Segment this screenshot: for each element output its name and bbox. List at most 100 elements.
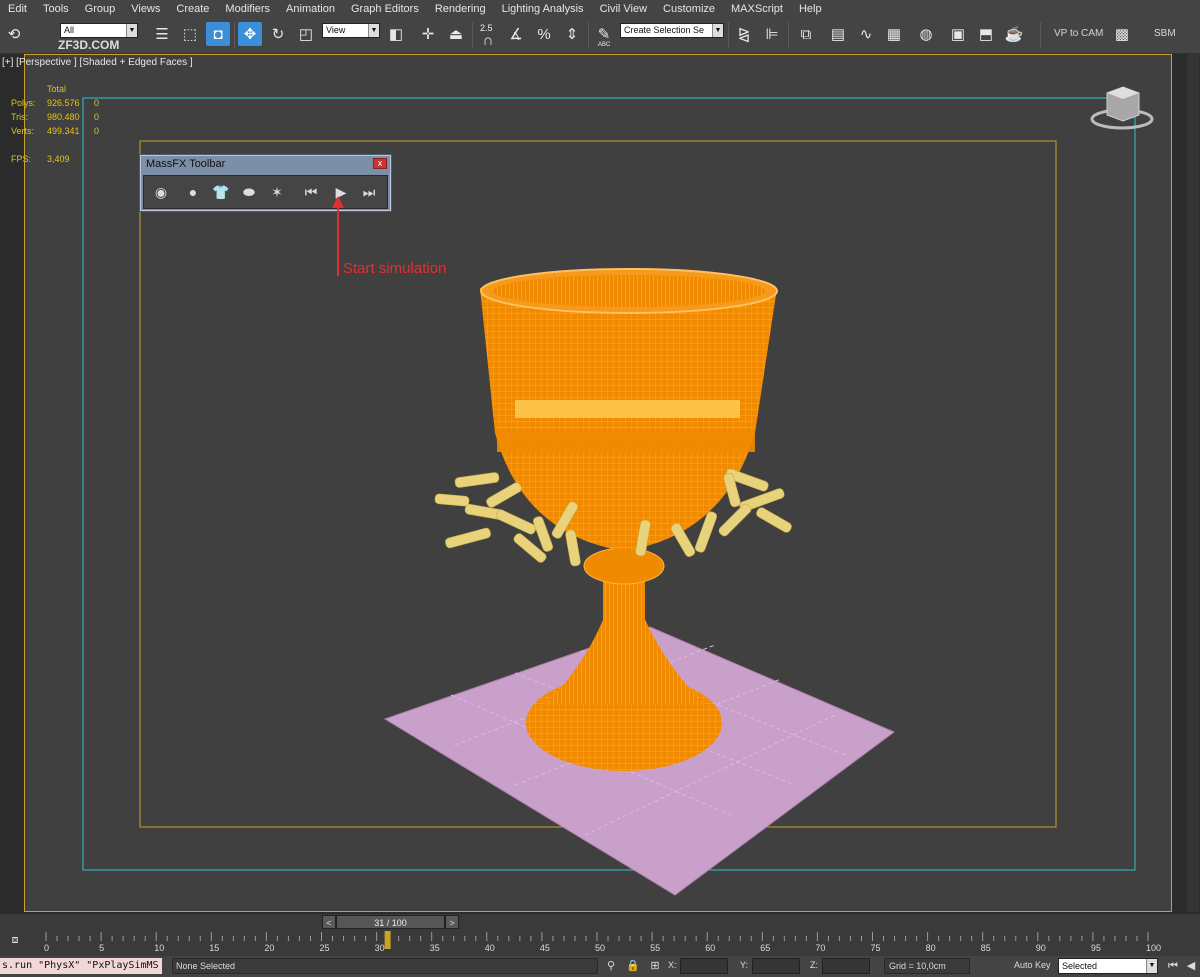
toolbar-divider	[234, 22, 235, 48]
spinner-snap-icon[interactable]: ⇕	[560, 22, 584, 46]
chevron-down-icon: ▼	[368, 24, 379, 37]
render-setup-icon[interactable]: ▣	[946, 22, 970, 46]
window-crossing-icon[interactable]: ◘	[206, 22, 230, 46]
auto-key-button[interactable]: Auto Key	[1014, 960, 1051, 970]
annotation-start-simulation: Start simulation	[343, 260, 447, 277]
keyboard-shortcut-icon[interactable]: ⏏	[444, 22, 468, 46]
verts-value: 499.341	[47, 126, 80, 136]
z-coordinate-field[interactable]	[822, 958, 870, 974]
particle-fill-in-cup	[515, 400, 740, 418]
layer-manager-icon[interactable]: ⧉	[794, 22, 818, 46]
reference-coord-dropdown[interactable]: View ▼	[322, 23, 380, 38]
main-toolbar: ⟲ ZF3D.COM All ▼ ☰ ⬚ ◘ ✥ ↻ ◰ View ▼ ◧ ✛ …	[0, 18, 1200, 54]
world-parameters-icon[interactable]: ◉	[150, 181, 172, 203]
track-tick-label: 75	[870, 943, 881, 953]
menu-create[interactable]: Create	[168, 0, 217, 18]
time-next-button[interactable]: >	[445, 915, 459, 929]
scale-icon[interactable]: ◰	[294, 22, 318, 46]
reference-coord-value: View	[326, 25, 346, 35]
massfx-toolbar-window[interactable]: MassFX Toolbar x ◉ ● 👕 ⬬ ✶ ⏮ ▶ ⏭	[139, 154, 392, 212]
track-tick-label: 70	[815, 943, 826, 953]
status-prompt: None Selected	[172, 958, 598, 974]
vp-to-cam-button[interactable]: VP to CAM	[1054, 28, 1103, 39]
grid-size: Grid = 10,0cm	[884, 958, 970, 974]
pivot-icon[interactable]: ◧	[384, 22, 408, 46]
mcloth-icon[interactable]: 👕	[210, 181, 232, 203]
current-frame-marker[interactable]	[384, 931, 391, 949]
previous-frame-icon[interactable]: ◀	[1184, 959, 1198, 973]
material-editor-icon[interactable]: ◍	[914, 22, 938, 46]
time-slider-indicator[interactable]: 31 / 100	[336, 915, 445, 929]
reset-simulation-icon[interactable]: ⏮	[300, 181, 322, 203]
menu-edit[interactable]: Edit	[0, 0, 35, 18]
select-by-name-icon[interactable]: ☰	[150, 22, 174, 46]
percent-snap-icon[interactable]: %	[532, 22, 556, 46]
track-tick-label: 15	[209, 943, 220, 953]
x-label: X:	[668, 960, 677, 970]
absolute-mode-icon[interactable]: ⊞	[648, 959, 662, 973]
close-icon[interactable]: x	[373, 158, 387, 169]
menu-views[interactable]: Views	[123, 0, 168, 18]
menu-lighting-analysis[interactable]: Lighting Analysis	[494, 0, 592, 18]
chevron-down-icon: ▼	[712, 24, 723, 37]
menu-customize[interactable]: Customize	[655, 0, 723, 18]
manipulate-icon[interactable]: ✛	[416, 22, 440, 46]
schematic-view-icon[interactable]: ▦	[882, 22, 906, 46]
rect-selection-icon[interactable]: ⬚	[178, 22, 202, 46]
isolate-icon[interactable]: ⚲	[604, 959, 618, 973]
snaps-toggle-icon[interactable]: ∩	[476, 28, 500, 52]
fps-value: 3,409	[47, 154, 70, 164]
sbm-button[interactable]: SBM	[1154, 28, 1176, 39]
verts-selected: 0	[94, 126, 100, 136]
x-coordinate-field[interactable]	[680, 958, 728, 974]
scene-explorer-icon[interactable]: ▤	[826, 22, 850, 46]
fps-label: FPS:	[11, 154, 32, 164]
toolbar-divider	[472, 22, 473, 48]
menu-graph-editors[interactable]: Graph Editors	[343, 0, 427, 18]
menu-help[interactable]: Help	[791, 0, 830, 18]
verts-label: Verts:	[11, 126, 35, 136]
key-filter-value: Selected	[1062, 961, 1098, 971]
menu-animation[interactable]: Animation	[278, 0, 343, 18]
rotate-icon[interactable]: ↻	[266, 22, 290, 46]
key-filter-dropdown[interactable]: Selected ▼	[1058, 958, 1158, 974]
time-prev-button[interactable]: <	[322, 915, 336, 929]
mini-curve-editor-icon[interactable]: ⧈	[8, 934, 22, 948]
menu-civil-view[interactable]: Civil View	[592, 0, 655, 18]
mirror-icon[interactable]: ⧎	[732, 22, 756, 46]
named-selection-dropdown[interactable]: Create Selection Se ▼	[620, 23, 724, 38]
move-icon[interactable]: ✥	[238, 22, 262, 46]
script-icon[interactable]: ▩	[1110, 22, 1134, 46]
rendered-frame-icon[interactable]: ⬒	[974, 22, 998, 46]
align-icon[interactable]: ⊫	[760, 22, 784, 46]
menu-group[interactable]: Group	[77, 0, 124, 18]
maxscript-listener-field[interactable]: s.run "PhysX" "PxPlaySimMS	[0, 958, 162, 974]
selection-filter-value: All	[64, 25, 75, 35]
menu-modifiers[interactable]: Modifiers	[217, 0, 278, 18]
menu-maxscript[interactable]: MAXScript	[723, 0, 791, 18]
angle-snap-icon[interactable]: ∡	[504, 22, 528, 46]
track-tick-label: 55	[650, 943, 661, 953]
polys-selected: 0	[94, 98, 100, 108]
track-tick-label: 90	[1035, 943, 1046, 953]
undo-link-icon[interactable]: ⟲	[2, 22, 26, 46]
step-simulation-icon[interactable]: ⏭	[358, 181, 380, 203]
y-coordinate-field[interactable]	[752, 958, 800, 974]
time-slider-bar	[0, 914, 1200, 930]
curve-editor-icon[interactable]: ∿	[854, 22, 878, 46]
track-tick-label: 35	[429, 943, 440, 953]
menu-tools[interactable]: Tools	[35, 0, 77, 18]
render-icon[interactable]: ☕	[1002, 22, 1026, 46]
viewport-label[interactable]: [+] [Perspective ] [Shaded + Edged Faces…	[2, 57, 193, 68]
go-to-start-icon[interactable]: ⏮	[1166, 959, 1180, 973]
menu-rendering[interactable]: Rendering	[427, 0, 494, 18]
track-tick-label: 45	[539, 943, 550, 953]
viewport-scrollbar[interactable]	[1187, 54, 1199, 912]
track-tick-label: 10	[154, 943, 165, 953]
ragdoll-icon[interactable]: ✶	[266, 181, 288, 203]
selection-filter-dropdown[interactable]: All ▼	[60, 23, 138, 38]
lock-icon[interactable]: 🔒	[626, 959, 640, 973]
constraint-icon[interactable]: ⬬	[238, 181, 260, 203]
rigid-body-icon[interactable]: ●	[182, 181, 204, 203]
track-tick-label: 40	[484, 943, 495, 953]
